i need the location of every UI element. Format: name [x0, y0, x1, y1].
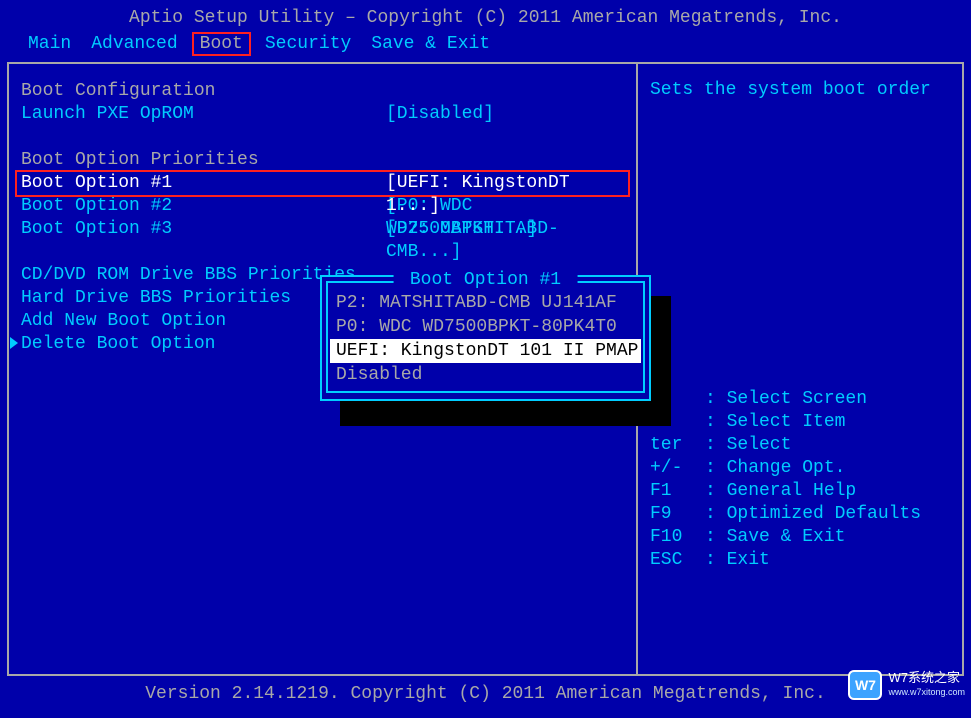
submenu-arrow-icon — [10, 337, 18, 349]
key-f1: F1: General Help — [650, 480, 950, 503]
pxe-value: [Disabled] — [386, 103, 624, 126]
watermark: W7 W7系统之家 www.w7xitong.com — [848, 670, 965, 700]
key-change-opt: +/-: Change Opt. — [650, 457, 950, 480]
boot3-value: [P2: MATSHITABD-CMB...] — [386, 218, 624, 241]
right-panel: Sets the system boot order : Select Scre… — [638, 64, 964, 674]
bios-footer: Version 2.14.1219. Copyright (C) 2011 Am… — [0, 676, 971, 712]
section-boot-priorities: Boot Option Priorities — [21, 149, 624, 172]
bios-header: Aptio Setup Utility – Copyright (C) 2011… — [0, 0, 971, 30]
row-boot-option-1[interactable]: Boot Option #1 [UEFI: KingstonDT 1...] — [15, 170, 630, 197]
popup-item-0[interactable]: P2: MATSHITABD-CMB UJ141AF — [328, 291, 643, 315]
boot-option-popup: Boot Option #1 P2: MATSHITABD-CMB UJ141A… — [320, 275, 651, 401]
menu-main[interactable]: Main — [28, 34, 71, 54]
popup-item-3[interactable]: Disabled — [328, 363, 643, 387]
menu-save-exit[interactable]: Save & Exit — [371, 34, 490, 54]
boot2-label: Boot Option #2 — [21, 195, 386, 218]
popup-item-2[interactable]: UEFI: KingstonDT 101 II PMAP — [330, 339, 641, 363]
menu-advanced[interactable]: Advanced — [91, 34, 177, 54]
row-boot-option-2[interactable]: Boot Option #2 [P0: WDC WD7500BPKT...] — [21, 195, 624, 218]
key-enter: ter: Select — [650, 434, 950, 457]
key-esc: ESC: Exit — [650, 549, 950, 572]
watermark-title: W7系统之家 — [888, 671, 965, 685]
boot3-label: Boot Option #3 — [21, 218, 386, 241]
help-keys: : Select Screen : Select Item ter: Selec… — [650, 388, 950, 572]
row-pxe[interactable]: Launch PXE OpROM [Disabled] — [21, 103, 624, 126]
popup-title: Boot Option #1 — [393, 270, 578, 290]
boot1-label: Boot Option #1 — [21, 172, 386, 195]
section-boot-config: Boot Configuration — [21, 80, 624, 103]
row-boot-option-3[interactable]: Boot Option #3 [P2: MATSHITABD-CMB...] — [21, 218, 624, 241]
key-f10: F10: Save & Exit — [650, 526, 950, 549]
key-f9: F9: Optimized Defaults — [650, 503, 950, 526]
boot1-value: [UEFI: KingstonDT 1...] — [386, 172, 624, 195]
menu-boot[interactable]: Boot — [192, 32, 251, 56]
menu-bar: Main Advanced Boot Security Save & Exit — [0, 30, 971, 62]
key-select-item: : Select Item — [650, 411, 950, 434]
help-text: Sets the system boot order — [650, 80, 950, 100]
watermark-badge-icon: W7 — [848, 670, 882, 700]
popup-item-1[interactable]: P0: WDC WD7500BPKT-80PK4T0 — [328, 315, 643, 339]
watermark-url: www.w7xitong.com — [888, 685, 965, 699]
key-select-screen: : Select Screen — [650, 388, 950, 411]
pxe-label: Launch PXE OpROM — [21, 103, 386, 126]
menu-security[interactable]: Security — [265, 34, 351, 54]
